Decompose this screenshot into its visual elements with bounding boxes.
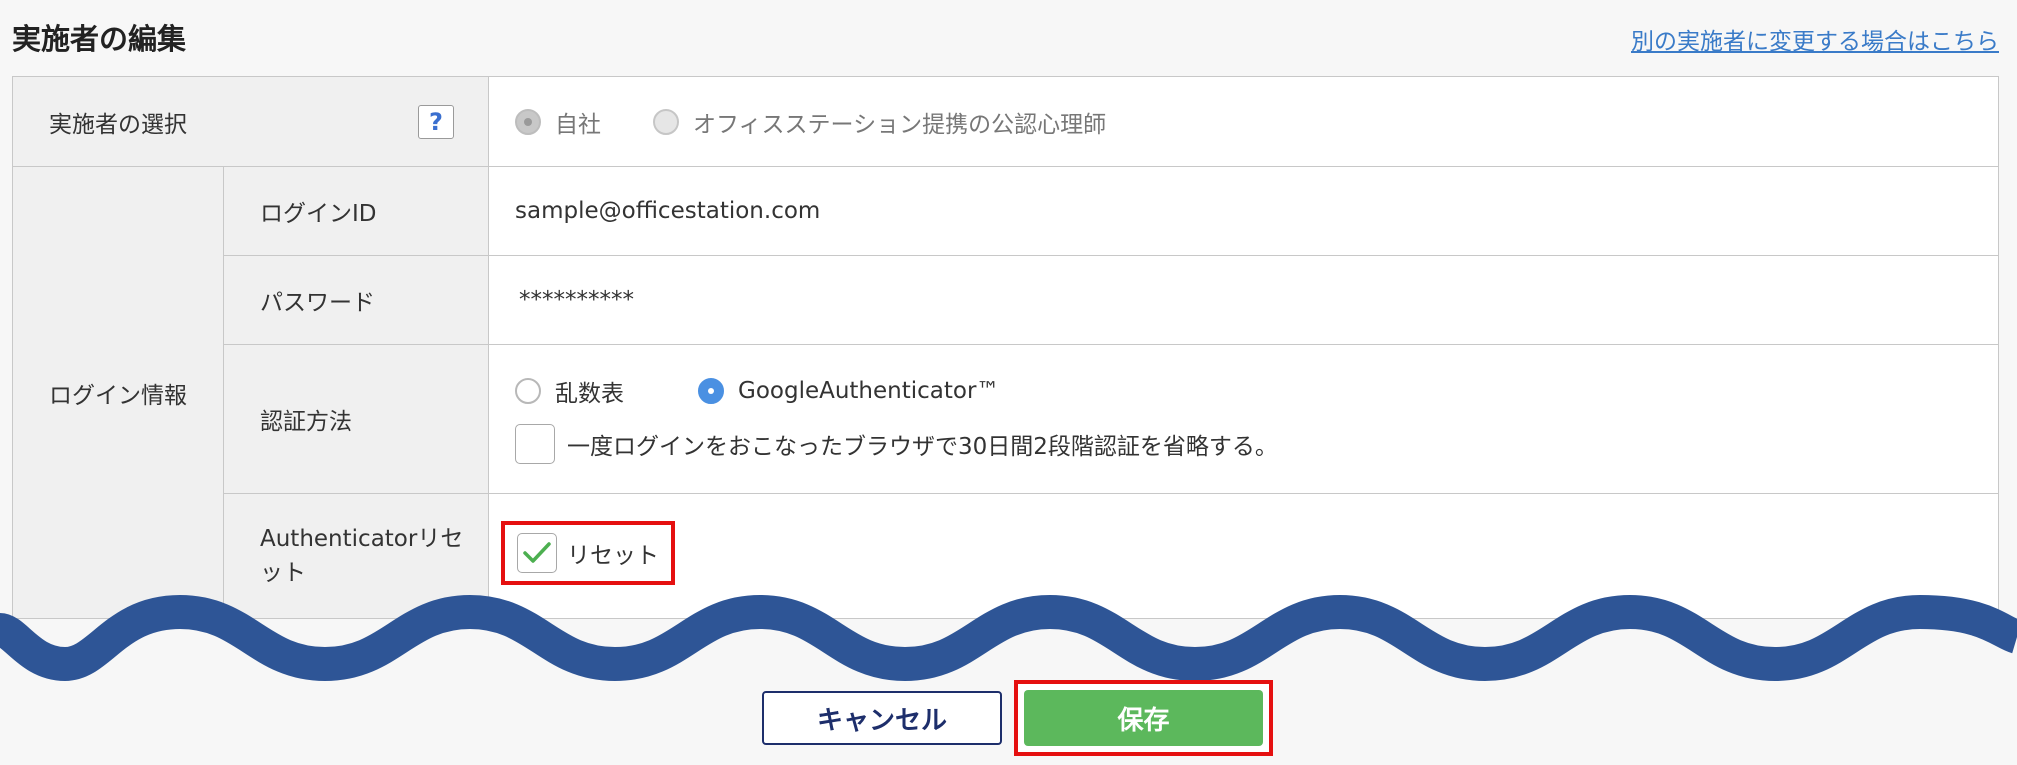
radio-random-table[interactable] (515, 378, 541, 404)
radio-label-own-company: 自社 (555, 111, 601, 138)
radio-option-random-table[interactable]: 乱数表 (515, 374, 624, 408)
radio-google-authenticator[interactable] (698, 378, 724, 404)
row-login-id: ログイン情報 ログインID sample@officestation.com (12, 166, 1999, 619)
radio-own-company[interactable] (515, 108, 541, 135)
row-auth-method: 認証方法 乱数表 GoogleAuthenticator™ 一度ログインをおこな… (13, 344, 1999, 494)
login-id-value-cell: sample@officestation.com (488, 166, 1999, 256)
login-id-label: ログインID (260, 201, 377, 227)
login-id-value: sample@officestation.com (515, 198, 821, 224)
password-value: ********** (519, 287, 634, 313)
password-label-cell: パスワード (223, 255, 489, 345)
change-implementer-link[interactable]: 別の実施者に変更する場合はこちら (1631, 22, 1999, 56)
radio-label-google-authenticator: GoogleAuthenticator™ (738, 378, 1000, 404)
radio-label-random-table: 乱数表 (555, 381, 624, 407)
reset-checkbox[interactable] (517, 533, 557, 573)
save-highlight: 保存 (1014, 680, 1273, 756)
password-value-cell: ********** (488, 255, 1999, 345)
login-info-label: ログイン情報 (49, 382, 187, 409)
cancel-button[interactable]: キャンセル (762, 691, 1002, 745)
implementer-select-value-cell: 自社 オフィスステーション提携の公認心理師 (488, 76, 1999, 167)
page-break-wave (0, 594, 2017, 682)
implementer-select-label-cell: 実施者の選択 ? (12, 76, 489, 167)
radio-option-partner-psychologist[interactable]: オフィスステーション提携の公認心理師 (653, 105, 1106, 139)
skip-2fa-option[interactable]: 一度ログインをおこなったブラウザで30日間2段階認証を省略する。 (515, 424, 1998, 464)
implementer-form: 実施者の選択 ? 自社 オフィスステーション提携の公認心理師 ログイン情報 ログ… (12, 76, 1999, 619)
radio-option-google-authenticator[interactable]: GoogleAuthenticator™ (698, 378, 999, 404)
help-icon[interactable]: ? (418, 104, 454, 139)
password-label: パスワード (260, 290, 375, 316)
radio-label-partner-psychologist: オフィスステーション提携の公認心理師 (693, 111, 1107, 138)
auth-method-label: 認証方法 (260, 409, 352, 435)
row-password: パスワード ********** (13, 255, 1999, 345)
login-id-label-cell: ログインID (223, 166, 489, 256)
page-title: 実施者の編集 (12, 22, 187, 56)
skip-2fa-label: 一度ログインをおこなったブラウザで30日間2段階認証を省略する。 (567, 434, 1278, 460)
auth-method-label-cell: 認証方法 (223, 344, 489, 494)
implementer-select-label: 実施者の選択 (49, 111, 187, 138)
save-button[interactable]: 保存 (1024, 690, 1263, 746)
reset-label: リセット (567, 543, 659, 569)
radio-option-own-company[interactable]: 自社 (515, 105, 601, 139)
skip-2fa-checkbox[interactable] (515, 424, 555, 464)
check-icon (523, 542, 551, 563)
login-info-label-cell: ログイン情報 (12, 166, 224, 619)
auth-method-value-cell: 乱数表 GoogleAuthenticator™ 一度ログインをおこなったブラウ… (488, 344, 1999, 494)
radio-partner-psychologist[interactable] (653, 108, 679, 135)
row-implementer-select: 実施者の選択 ? 自社 オフィスステーション提携の公認心理師 (12, 76, 1999, 167)
auth-reset-label: Authenticatorリセット (260, 526, 464, 586)
reset-highlight[interactable]: リセット (501, 521, 675, 585)
